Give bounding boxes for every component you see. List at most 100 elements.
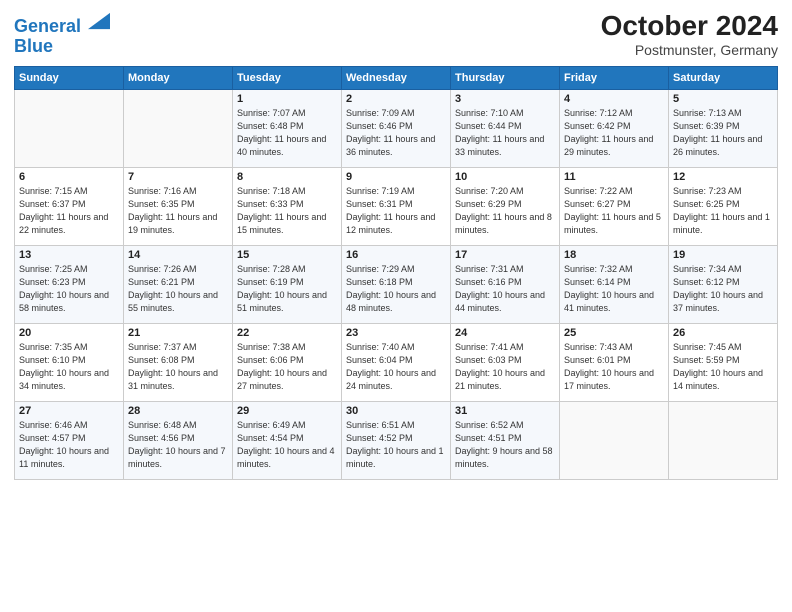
calendar-cell: 24 Sunrise: 7:41 AM Sunset: 6:03 PM Dayli… [451, 324, 560, 402]
day-number: 16 [346, 249, 446, 261]
calendar-cell: 11Sunrise: 7:22 AM Sunset: 6:27 PM Dayli… [560, 168, 669, 246]
month-title: October 2024 [601, 10, 778, 42]
calendar-cell: 27 Sunrise: 6:46 AM Sunset: 4:57 PM Dayli… [15, 402, 124, 480]
day-info: Sunrise: 7:19 AM Sunset: 6:31 PM Dayligh… [346, 185, 446, 237]
day-number: 21 [128, 327, 228, 339]
day-info: Sunrise: 7:43 AM Sunset: 6:01 PM Dayligh… [564, 341, 664, 393]
calendar-cell: 9 Sunrise: 7:19 AM Sunset: 6:31 PM Daylig… [342, 168, 451, 246]
location-title: Postmunster, Germany [601, 42, 778, 58]
calendar-cell: 19 Sunrise: 7:34 AM Sunset: 6:12 PM Dayli… [669, 246, 778, 324]
calendar-cell: 3 Sunrise: 7:10 AM Sunset: 6:44 PM Daylig… [451, 90, 560, 168]
day-info: Sunrise: 7:40 AM Sunset: 6:04 PM Dayligh… [346, 341, 446, 393]
calendar-cell: 7 Sunrise: 7:16 AM Sunset: 6:35 PM Daylig… [124, 168, 233, 246]
day-number: 19 [673, 249, 773, 261]
calendar-cell: 18Sunrise: 7:32 AM Sunset: 6:14 PM Dayli… [560, 246, 669, 324]
day-number: 11 [564, 171, 664, 183]
day-number: 7 [128, 171, 228, 183]
calendar-cell: 25 Sunrise: 7:43 AM Sunset: 6:01 PM Dayli… [560, 324, 669, 402]
day-number: 29 [237, 405, 337, 417]
day-number: 30 [346, 405, 446, 417]
day-info: Sunrise: 7:25 AM Sunset: 6:23 PM Dayligh… [19, 263, 119, 315]
calendar-cell [124, 90, 233, 168]
day-header-friday: Friday [560, 67, 669, 90]
calendar-cell: 4 Sunrise: 7:12 AM Sunset: 6:42 PM Daylig… [560, 90, 669, 168]
day-info: Sunrise: 7:32 AM Sunset: 6:14 PM Dayligh… [564, 263, 664, 315]
day-header-sunday: Sunday [15, 67, 124, 90]
day-info: Sunrise: 7:07 AM Sunset: 6:48 PM Dayligh… [237, 107, 337, 159]
day-info: Sunrise: 6:46 AM Sunset: 4:57 PM Dayligh… [19, 419, 119, 471]
day-info: Sunrise: 6:52 AM Sunset: 4:51 PM Dayligh… [455, 419, 555, 471]
day-number: 12 [673, 171, 773, 183]
day-number: 15 [237, 249, 337, 261]
day-number: 9 [346, 171, 446, 183]
day-number: 25 [564, 327, 664, 339]
calendar-cell: 13 Sunrise: 7:25 AM Sunset: 6:23 PM Dayli… [15, 246, 124, 324]
day-number: 8 [237, 171, 337, 183]
day-info: Sunrise: 7:09 AM Sunset: 6:46 PM Dayligh… [346, 107, 446, 159]
day-number: 13 [19, 249, 119, 261]
day-info: Sunrise: 7:10 AM Sunset: 6:44 PM Dayligh… [455, 107, 555, 159]
calendar-cell: 21 Sunrise: 7:37 AM Sunset: 6:08 PM Dayli… [124, 324, 233, 402]
day-number: 3 [455, 93, 555, 105]
day-info: Sunrise: 7:16 AM Sunset: 6:35 PM Dayligh… [128, 185, 228, 237]
day-number: 27 [19, 405, 119, 417]
day-header-saturday: Saturday [669, 67, 778, 90]
day-number: 1 [237, 93, 337, 105]
day-info: Sunrise: 7:45 AM Sunset: 5:59 PM Dayligh… [673, 341, 773, 393]
calendar-cell: 17 Sunrise: 7:31 AM Sunset: 6:16 PM Dayli… [451, 246, 560, 324]
day-number: 22 [237, 327, 337, 339]
day-number: 5 [673, 93, 773, 105]
day-info: Sunrise: 7:26 AM Sunset: 6:21 PM Dayligh… [128, 263, 228, 315]
title-block: October 2024 Postmunster, Germany [601, 10, 778, 58]
day-number: 2 [346, 93, 446, 105]
calendar-cell: 22Sunrise: 7:38 AM Sunset: 6:06 PM Dayli… [233, 324, 342, 402]
day-info: Sunrise: 7:15 AM Sunset: 6:37 PM Dayligh… [19, 185, 119, 237]
day-info: Sunrise: 7:20 AM Sunset: 6:29 PM Dayligh… [455, 185, 555, 237]
day-number: 10 [455, 171, 555, 183]
day-info: Sunrise: 6:51 AM Sunset: 4:52 PM Dayligh… [346, 419, 446, 471]
day-info: Sunrise: 7:41 AM Sunset: 6:03 PM Dayligh… [455, 341, 555, 393]
day-info: Sunrise: 7:31 AM Sunset: 6:16 PM Dayligh… [455, 263, 555, 315]
day-info: Sunrise: 7:37 AM Sunset: 6:08 PM Dayligh… [128, 341, 228, 393]
day-info: Sunrise: 7:18 AM Sunset: 6:33 PM Dayligh… [237, 185, 337, 237]
calendar-cell: 20Sunrise: 7:35 AM Sunset: 6:10 PM Dayli… [15, 324, 124, 402]
day-info: Sunrise: 7:29 AM Sunset: 6:18 PM Dayligh… [346, 263, 446, 315]
day-number: 31 [455, 405, 555, 417]
day-info: Sunrise: 7:28 AM Sunset: 6:19 PM Dayligh… [237, 263, 337, 315]
calendar-cell: 29 Sunrise: 6:49 AM Sunset: 4:54 PM Dayli… [233, 402, 342, 480]
day-info: Sunrise: 7:13 AM Sunset: 6:39 PM Dayligh… [673, 107, 773, 159]
calendar-cell: 28 Sunrise: 6:48 AM Sunset: 4:56 PM Dayli… [124, 402, 233, 480]
day-number: 24 [455, 327, 555, 339]
day-number: 28 [128, 405, 228, 417]
day-number: 23 [346, 327, 446, 339]
calendar-cell: 8 Sunrise: 7:18 AM Sunset: 6:33 PM Daylig… [233, 168, 342, 246]
day-number: 26 [673, 327, 773, 339]
day-header-tuesday: Tuesday [233, 67, 342, 90]
calendar-cell [669, 402, 778, 480]
calendar-cell: 30 Sunrise: 6:51 AM Sunset: 4:52 PM Dayli… [342, 402, 451, 480]
day-info: Sunrise: 7:12 AM Sunset: 6:42 PM Dayligh… [564, 107, 664, 159]
calendar-cell [560, 402, 669, 480]
calendar-cell: 2 Sunrise: 7:09 AM Sunset: 6:46 PM Daylig… [342, 90, 451, 168]
calendar-table: SundayMondayTuesdayWednesdayThursdayFrid… [14, 66, 778, 480]
calendar-cell: 15 Sunrise: 7:28 AM Sunset: 6:19 PM Dayli… [233, 246, 342, 324]
day-header-monday: Monday [124, 67, 233, 90]
logo-icon [88, 10, 110, 32]
day-info: Sunrise: 6:48 AM Sunset: 4:56 PM Dayligh… [128, 419, 228, 471]
page-header: General Blue October 2024 Postmunster, G… [14, 10, 778, 58]
day-info: Sunrise: 6:49 AM Sunset: 4:54 PM Dayligh… [237, 419, 337, 471]
calendar-cell: 6 Sunrise: 7:15 AM Sunset: 6:37 PM Daylig… [15, 168, 124, 246]
day-number: 14 [128, 249, 228, 261]
calendar-cell [15, 90, 124, 168]
logo-blue: Blue [14, 37, 110, 57]
day-number: 6 [19, 171, 119, 183]
day-info: Sunrise: 7:23 AM Sunset: 6:25 PM Dayligh… [673, 185, 773, 237]
logo-text: General [14, 10, 110, 37]
day-info: Sunrise: 7:34 AM Sunset: 6:12 PM Dayligh… [673, 263, 773, 315]
day-number: 4 [564, 93, 664, 105]
logo: General Blue [14, 10, 110, 57]
day-number: 17 [455, 249, 555, 261]
calendar-cell: 31 Sunrise: 6:52 AM Sunset: 4:51 PM Dayli… [451, 402, 560, 480]
day-header-wednesday: Wednesday [342, 67, 451, 90]
day-header-thursday: Thursday [451, 67, 560, 90]
